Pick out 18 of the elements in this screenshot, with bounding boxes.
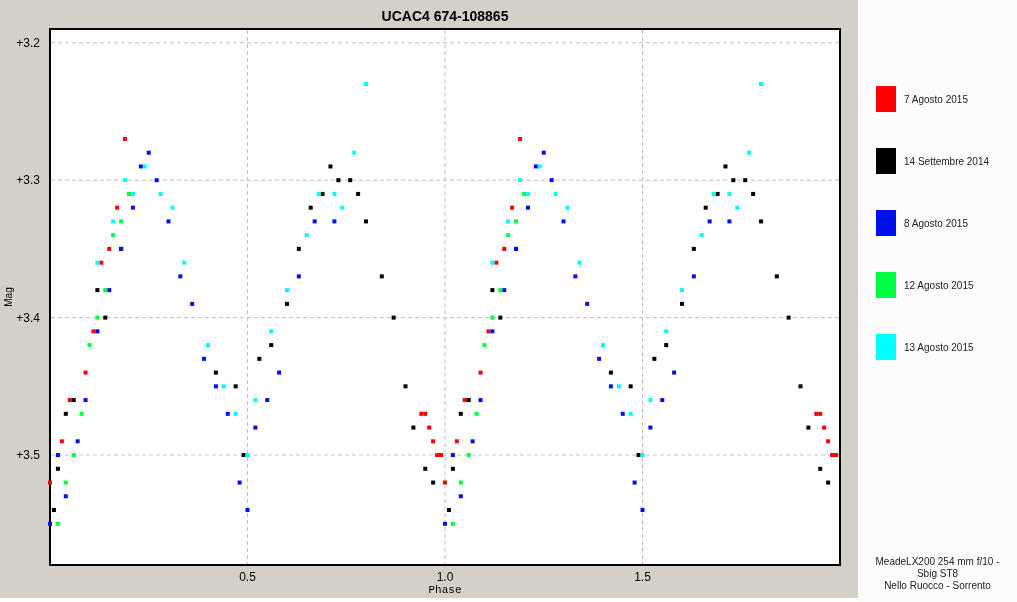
y-tick-label: +3.4 <box>16 310 40 325</box>
legend-label: 8 Agosto 2015 <box>904 217 968 229</box>
legend-label: 13 Agosto 2015 <box>904 341 974 353</box>
credit-text: Sbig ST8 <box>916 568 959 580</box>
credit-text: Nello Ruocco - Sorrento <box>884 580 991 592</box>
y-tick-label: +3.2 <box>16 35 40 50</box>
y-tick-label: +3.3 <box>16 173 40 188</box>
legend-label: 7 Agosto 2015 <box>904 93 968 105</box>
legend-label: 12 Agosto 2015 <box>904 279 974 291</box>
legend-label: 14 Settembre 2014 <box>904 155 990 167</box>
x-tick-label: 1.0 <box>436 570 454 584</box>
x-axis-title: Phase <box>428 584 462 596</box>
y-axis-title: Mag <box>3 287 14 307</box>
credit-text: MeadeLX200 254 mm f/10 - <box>875 556 1000 568</box>
chart-title: UCAC4 674-108865 <box>381 8 509 24</box>
x-tick-label: 1.5 <box>634 570 651 584</box>
x-tick-label: 0.5 <box>239 570 256 584</box>
y-tick-label: +3.5 <box>16 448 40 463</box>
